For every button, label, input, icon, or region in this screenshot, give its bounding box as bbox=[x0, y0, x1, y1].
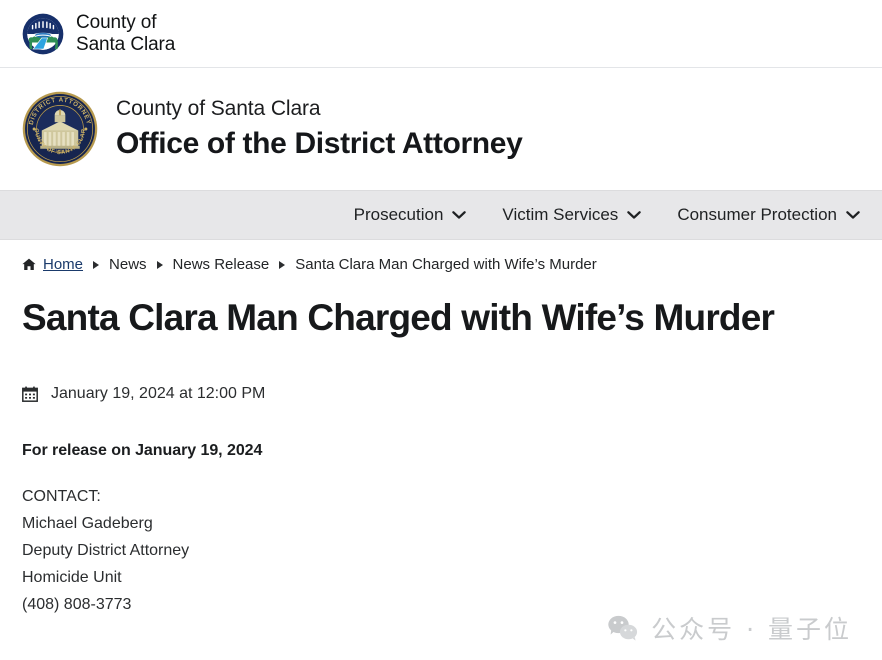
contact-block: CONTACT: Michael Gadeberg Deputy Distric… bbox=[22, 483, 882, 618]
santa-clara-county-seal-icon bbox=[22, 13, 64, 55]
nav-item-victim-services[interactable]: Victim Services bbox=[484, 190, 659, 240]
release-line: For release on January 19, 2024 bbox=[22, 442, 263, 459]
nav-item-victim-services-label: Victim Services bbox=[502, 205, 619, 224]
publish-date: January 19, 2024 at 12:00 PM bbox=[51, 385, 266, 402]
da-masthead: 1850 DISTRICT ATTORNEY COUNTY OF SANTA C… bbox=[0, 68, 882, 190]
breadcrumb-item-news[interactable]: News bbox=[109, 256, 147, 273]
county-name: County of Santa Clara bbox=[76, 12, 175, 56]
article-body: For release on January 19, 2024 CONTACT:… bbox=[22, 437, 882, 618]
breadcrumb-separator-icon bbox=[93, 260, 100, 269]
wechat-icon bbox=[607, 615, 638, 641]
masthead-superline: County of Santa Clara bbox=[116, 97, 321, 120]
county-name-line2: Santa Clara bbox=[76, 33, 176, 55]
breadcrumb-separator-icon bbox=[279, 260, 286, 269]
contact-phone: (408) 808-3773 bbox=[22, 596, 132, 613]
breadcrumb: Home News News Release Santa Clara Man C… bbox=[0, 240, 882, 273]
contact-name: Michael Gadeberg bbox=[22, 515, 153, 532]
breadcrumb-item-news-release[interactable]: News Release bbox=[173, 256, 270, 273]
county-name-line1: County of bbox=[76, 11, 157, 33]
chevron-down-icon bbox=[627, 205, 642, 225]
breadcrumb-home[interactable]: Home bbox=[22, 256, 83, 273]
primary-navigation: Prosecution Victim Services Consumer Pro… bbox=[0, 190, 882, 240]
masthead-text: County of Santa Clara Office of the Dist… bbox=[116, 95, 523, 163]
contact-title: Deputy District Attorney bbox=[22, 542, 190, 559]
contact-label: CONTACT: bbox=[22, 488, 101, 505]
calendar-icon bbox=[22, 386, 38, 402]
masthead-title: Office of the District Attorney bbox=[116, 127, 523, 160]
home-icon bbox=[22, 258, 36, 271]
contact-unit: Homicide Unit bbox=[22, 569, 122, 586]
breadcrumb-current-page: Santa Clara Man Charged with Wife’s Murd… bbox=[295, 256, 597, 273]
nav-item-consumer-protection[interactable]: Consumer Protection bbox=[659, 190, 878, 240]
breadcrumb-home-label[interactable]: Home bbox=[43, 256, 83, 273]
chevron-down-icon bbox=[846, 205, 860, 225]
county-home-link[interactable]: County of Santa Clara bbox=[22, 12, 175, 56]
nav-item-prosecution-label: Prosecution bbox=[353, 205, 444, 224]
chevron-down-icon bbox=[452, 205, 467, 225]
county-top-bar: County of Santa Clara bbox=[0, 0, 882, 68]
nav-item-prosecution[interactable]: Prosecution bbox=[336, 190, 485, 240]
nav-item-consumer-protection-label: Consumer Protection bbox=[677, 205, 837, 224]
publish-date-row: January 19, 2024 at 12:00 PM bbox=[22, 385, 882, 403]
district-attorney-seal-icon: 1850 DISTRICT ATTORNEY COUNTY OF SANTA C… bbox=[22, 91, 98, 167]
breadcrumb-separator-icon bbox=[156, 260, 163, 269]
page-title: Santa Clara Man Charged with Wife’s Murd… bbox=[22, 297, 775, 338]
